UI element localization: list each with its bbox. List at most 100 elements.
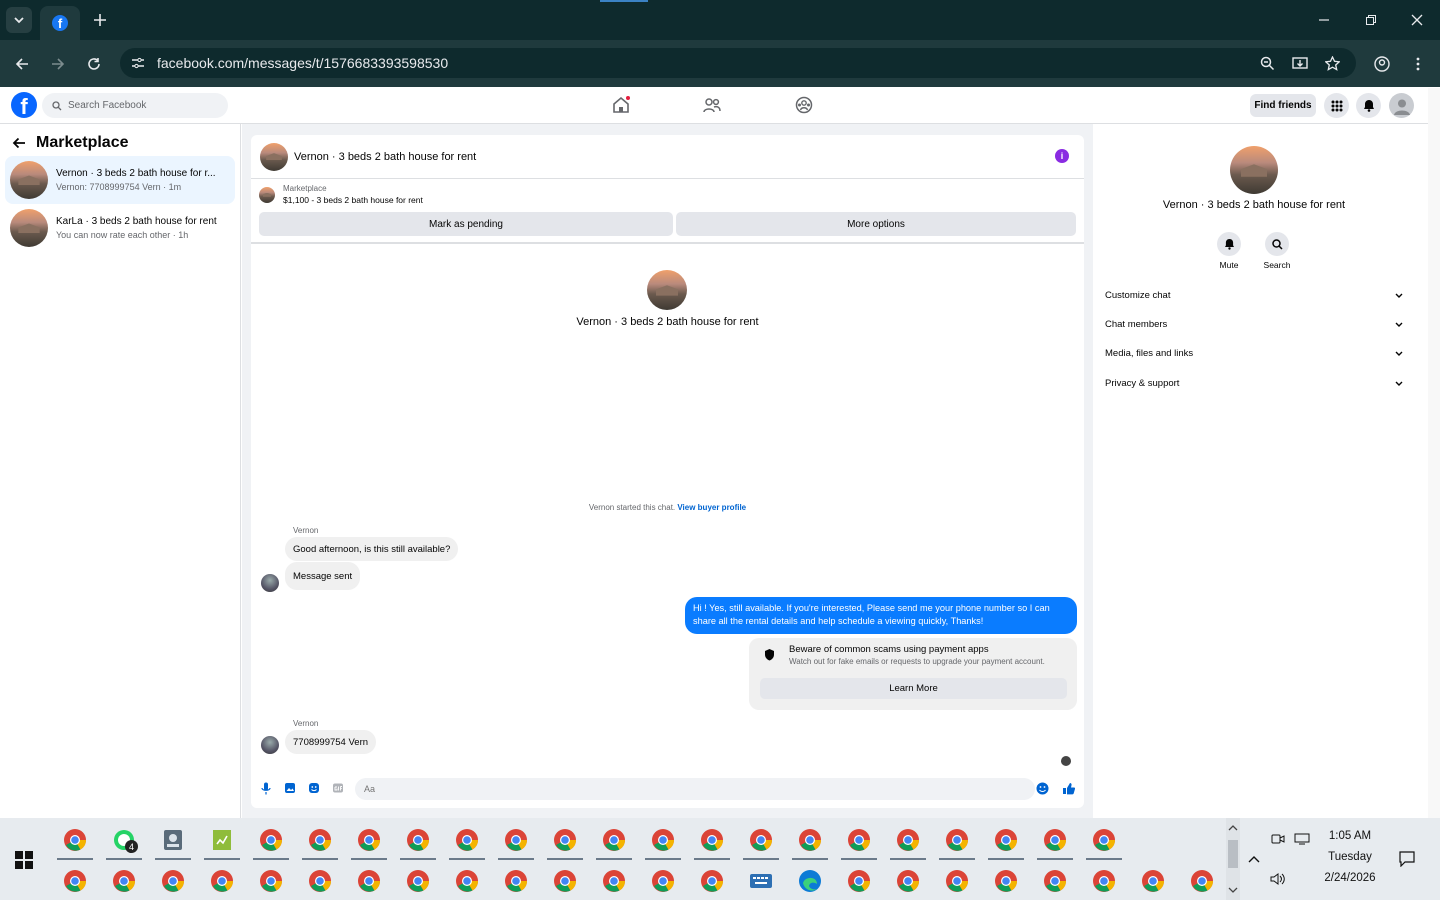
chrome-taskbar-icon[interactable] xyxy=(308,828,332,852)
chat-avatar[interactable] xyxy=(260,142,288,171)
chat-members-section[interactable]: Chat members xyxy=(1105,319,1403,330)
chrome-taskbar-icon[interactable] xyxy=(749,828,773,852)
conversation-item[interactable]: KarLa · 3 beds 2 bath house for rent You… xyxy=(5,204,235,252)
groups-nav-button[interactable] xyxy=(790,93,818,117)
network-icon[interactable] xyxy=(1293,830,1311,848)
url-text[interactable]: facebook.com/messages/t/1576683393598530 xyxy=(157,55,448,71)
back-button[interactable] xyxy=(10,52,34,76)
learn-more-button[interactable]: Learn More xyxy=(760,678,1067,699)
chrome-taskbar-icon[interactable] xyxy=(161,869,185,893)
install-app-icon[interactable] xyxy=(1290,53,1310,73)
profile-button[interactable] xyxy=(1370,52,1394,76)
system-clock[interactable]: 1:05 AM Tuesday 2/24/2026 xyxy=(1320,830,1380,893)
chrome-taskbar-icon[interactable] xyxy=(945,828,969,852)
media-files-section[interactable]: Media, files and links xyxy=(1105,348,1403,359)
reload-button[interactable] xyxy=(82,52,106,76)
chrome-taskbar-icon[interactable] xyxy=(308,869,332,893)
action-center-icon[interactable] xyxy=(1398,850,1416,868)
chrome-taskbar-icon[interactable] xyxy=(700,869,724,893)
mark-as-pending-button[interactable]: Mark as pending xyxy=(259,212,673,236)
emoji-icon[interactable] xyxy=(1035,781,1049,795)
chrome-taskbar-icon[interactable] xyxy=(504,828,528,852)
chrome-taskbar-icon[interactable] xyxy=(651,869,675,893)
conversation-item[interactable]: Vernon · 3 beds 2 bath house for r... Ve… xyxy=(5,156,235,204)
chrome-taskbar-icon[interactable] xyxy=(504,869,528,893)
chrome-taskbar-icon[interactable] xyxy=(357,828,381,852)
chrome-taskbar-icon[interactable] xyxy=(553,869,577,893)
notes-taskbar-icon[interactable] xyxy=(210,828,234,852)
chrome-taskbar-icon[interactable] xyxy=(1092,828,1116,852)
customize-chat-section[interactable]: Customize chat xyxy=(1105,290,1403,301)
show-hidden-icons[interactable] xyxy=(1245,850,1263,868)
taskbar-scroll[interactable] xyxy=(1226,818,1240,900)
forward-button[interactable] xyxy=(46,52,70,76)
minimize-button[interactable] xyxy=(1312,8,1336,32)
find-friends-button[interactable]: Find friends xyxy=(1250,94,1316,117)
edge-taskbar-icon[interactable] xyxy=(798,869,822,893)
tab-search-button[interactable] xyxy=(6,7,32,33)
contacts-taskbar-icon[interactable] xyxy=(161,828,185,852)
photo-icon[interactable] xyxy=(283,781,297,795)
incoming-message[interactable]: Good afternoon, is this still available? xyxy=(285,537,459,561)
bookmark-star-icon[interactable] xyxy=(1322,53,1342,73)
message-input[interactable] xyxy=(355,778,1035,800)
chrome-taskbar-icon[interactable] xyxy=(112,869,136,893)
chrome-taskbar-icon[interactable] xyxy=(651,828,675,852)
incoming-message[interactable]: 7708999754 Vern xyxy=(285,730,377,754)
chrome-taskbar-icon[interactable] xyxy=(63,828,87,852)
outgoing-message[interactable]: Hi ! Yes, still available. If you're int… xyxy=(685,597,1077,634)
new-tab-button[interactable] xyxy=(88,8,112,32)
chrome-taskbar-icon[interactable] xyxy=(1190,869,1214,893)
close-window-button[interactable] xyxy=(1405,8,1429,32)
chrome-taskbar-icon[interactable] xyxy=(1043,828,1067,852)
sticker-icon[interactable] xyxy=(307,781,321,795)
chrome-taskbar-icon[interactable] xyxy=(1092,869,1116,893)
chrome-taskbar-icon[interactable] xyxy=(896,869,920,893)
touch-keyboard-taskbar-icon[interactable] xyxy=(749,869,773,893)
chrome-taskbar-icon[interactable] xyxy=(210,869,234,893)
windows-start-icon[interactable] xyxy=(15,851,33,869)
mute-button[interactable]: Mute xyxy=(1209,232,1249,270)
view-buyer-profile-link[interactable]: View buyer profile xyxy=(677,503,746,512)
gif-icon[interactable] xyxy=(331,781,345,795)
chrome-taskbar-icon[interactable] xyxy=(455,869,479,893)
thumbs-up-icon[interactable] xyxy=(1061,781,1075,795)
chrome-taskbar-icon[interactable] xyxy=(994,828,1018,852)
privacy-support-section[interactable]: Privacy & support xyxy=(1105,378,1403,389)
search-in-chat-button[interactable]: Search xyxy=(1257,232,1297,270)
chrome-taskbar-icon[interactable] xyxy=(896,828,920,852)
chrome-taskbar-icon[interactable] xyxy=(406,869,430,893)
microphone-icon[interactable] xyxy=(259,781,273,795)
chrome-taskbar-icon[interactable] xyxy=(847,828,871,852)
chrome-taskbar-icon[interactable] xyxy=(259,828,283,852)
friends-nav-button[interactable] xyxy=(698,93,726,117)
chrome-taskbar-icon[interactable] xyxy=(1043,869,1067,893)
chrome-taskbar-icon[interactable] xyxy=(1141,869,1165,893)
chrome-taskbar-icon[interactable] xyxy=(259,869,283,893)
chrome-taskbar-icon[interactable] xyxy=(994,869,1018,893)
chrome-taskbar-icon[interactable] xyxy=(945,869,969,893)
active-tab[interactable]: f xyxy=(40,6,80,40)
chrome-taskbar-icon[interactable] xyxy=(847,869,871,893)
account-avatar[interactable] xyxy=(1389,93,1414,118)
listing-summary[interactable]: Marketplace $1,100 - 3 beds 2 bath house… xyxy=(259,184,423,205)
zoom-icon[interactable] xyxy=(1257,53,1277,73)
chrome-taskbar-icon[interactable] xyxy=(357,869,381,893)
notifications-button[interactable] xyxy=(1356,93,1381,118)
facebook-logo-icon[interactable]: f xyxy=(11,92,37,118)
whatsapp-taskbar-icon[interactable]: 4 xyxy=(112,828,138,853)
chat-title[interactable]: Vernon · 3 beds 2 bath house for rent xyxy=(294,151,476,163)
home-nav-button[interactable] xyxy=(607,93,635,117)
address-bar[interactable]: facebook.com/messages/t/1576683393598530 xyxy=(120,48,1356,78)
sender-avatar[interactable] xyxy=(261,736,279,754)
restore-button[interactable] xyxy=(1359,8,1383,32)
menu-button[interactable] xyxy=(1324,93,1349,118)
meet-now-icon[interactable] xyxy=(1269,830,1287,848)
back-arrow-icon[interactable] xyxy=(12,137,26,149)
chrome-taskbar-icon[interactable] xyxy=(553,828,577,852)
chrome-taskbar-icon[interactable] xyxy=(700,828,724,852)
volume-icon[interactable] xyxy=(1269,870,1287,888)
incoming-message[interactable]: Message sent xyxy=(285,562,361,590)
sender-avatar[interactable] xyxy=(261,574,279,592)
facebook-search-input[interactable]: Search Facebook xyxy=(42,93,228,118)
